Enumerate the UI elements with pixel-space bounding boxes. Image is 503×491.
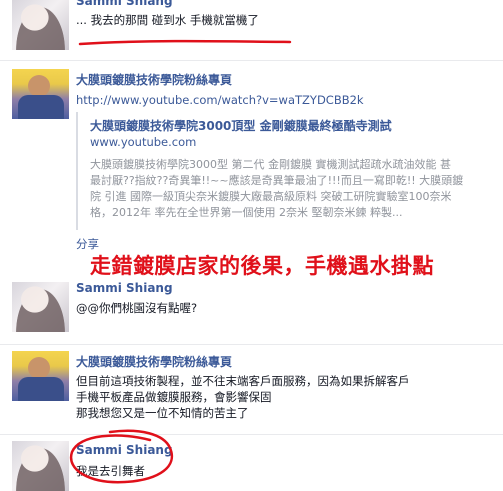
comment-item: Sammi Shiang 我是去引舞者 bbox=[0, 434, 503, 491]
description-line: 大膜頭鍍膜技術學院3000型 第二代 金剛鍍膜 實機測試超疏水疏油效能 甚 bbox=[90, 158, 451, 171]
comment-link[interactable]: http://www.youtube.com/watch?v=waTZYDCBB… bbox=[76, 93, 364, 107]
avatar[interactable] bbox=[12, 0, 69, 50]
link-preview-domain: www.youtube.com bbox=[90, 135, 197, 149]
comment-author[interactable]: 大膜頭鍍膜技術學院粉絲專頁 bbox=[76, 353, 232, 370]
comment-text: 我是去引舞者 bbox=[76, 464, 145, 478]
comment-author[interactable]: Sammi Shiang bbox=[76, 281, 173, 295]
comment-text-line: 那我想您又是一位不知情的苦主了 bbox=[76, 406, 249, 420]
description-line: 院 引進 國際一級頂尖奈米鍍膜大廠最高級原料 突破工研院實驗室100奈米 bbox=[90, 190, 452, 203]
link-preview[interactable]: 大膜頭鍍膜技術學院3000頂型 金剛鍍膜最終極酷寺測試 www.youtube.… bbox=[76, 112, 503, 230]
link-preview-title[interactable]: 大膜頭鍍膜技術學院3000頂型 金剛鍍膜最終極酷寺測試 bbox=[90, 117, 392, 134]
avatar[interactable] bbox=[12, 282, 69, 332]
avatar[interactable] bbox=[12, 69, 69, 119]
comment-thread: Sammi Shiang ... 我去的那間 碰到水 手機就當機了 大膜頭鍍膜技… bbox=[0, 0, 503, 491]
description-line: 格，2012年 率先在全世界第一個使用 2奈米 堅韌奈米鍊 粹製... bbox=[90, 206, 403, 219]
comment-item: 大膜頭鍍膜技術學院粉絲專頁 但目前這項技術製程，並不往末端客戶面服務，因為如果拆… bbox=[0, 344, 503, 435]
comment-item: Sammi Shiang ... 我去的那間 碰到水 手機就當機了 bbox=[0, 0, 503, 50]
comment-item: Sammi Shiang @@你們桃園沒有點喔? bbox=[0, 276, 503, 342]
avatar[interactable] bbox=[12, 351, 69, 401]
link-preview-description: 大膜頭鍍膜技術學院3000型 第二代 金剛鍍膜 實機測試超疏水疏油效能 甚 最討… bbox=[90, 157, 503, 221]
comment-text-line: 但目前這項技術製程，並不往末端客戶面服務，因為如果拆解客戶 bbox=[76, 374, 410, 388]
comment-author[interactable]: 大膜頭鍍膜技術學院粉絲專頁 bbox=[76, 71, 232, 88]
comment-author[interactable]: Sammi Shiang bbox=[76, 0, 173, 8]
comment-text: @@你們桃園沒有點喔? bbox=[76, 301, 198, 315]
avatar[interactable] bbox=[12, 441, 69, 491]
comment-author[interactable]: Sammi Shiang bbox=[76, 443, 173, 457]
comment-text: ... 我去的那間 碰到水 手機就當機了 bbox=[76, 13, 259, 27]
description-line: 最討厭??指紋??奇異筆!!~~應該是奇異筆最油了!!!而且一寫即乾!! 大膜頭… bbox=[90, 174, 464, 187]
comment-text-line: 手機平板產品做鍍膜服務，會影響保固 bbox=[76, 390, 272, 404]
